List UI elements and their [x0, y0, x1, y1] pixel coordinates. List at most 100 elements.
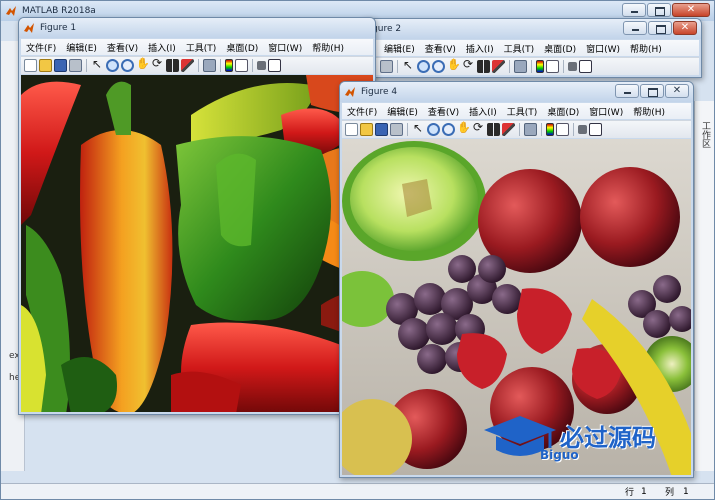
- menu-help[interactable]: 帮助(H): [625, 42, 667, 55]
- figure4-title: Figure 4: [361, 87, 398, 97]
- menu-view[interactable]: 查看(V): [420, 42, 461, 55]
- hide-plot-tools-icon[interactable]: [568, 62, 577, 71]
- rotate-3d-icon[interactable]: [151, 56, 164, 72]
- close-button[interactable]: ✕: [673, 21, 697, 35]
- workspace-label: 工作区: [700, 121, 710, 148]
- matlab-logo-icon: [6, 6, 16, 16]
- pan-icon[interactable]: [447, 58, 461, 73]
- close-icon: ✕: [672, 85, 682, 96]
- menu-desktop[interactable]: 桌面(D): [539, 42, 581, 55]
- menu-help[interactable]: 帮助(H): [628, 105, 670, 118]
- zoom-in-icon[interactable]: [106, 59, 119, 72]
- brush-icon[interactable]: [492, 60, 505, 73]
- menu-tools[interactable]: 工具(T): [499, 42, 540, 55]
- print-icon[interactable]: [69, 59, 82, 72]
- menu-window[interactable]: 窗口(W): [584, 105, 628, 118]
- figure1-toolbar: [21, 56, 373, 74]
- row-label: 行: [625, 488, 635, 498]
- hide-plot-tools-icon[interactable]: [578, 125, 587, 134]
- zoom-out-icon[interactable]: [121, 59, 134, 72]
- menu-desktop[interactable]: 桌面(D): [221, 41, 263, 54]
- show-plot-tools-icon[interactable]: [579, 60, 592, 73]
- watermark: 必过源码 Biguo: [480, 412, 700, 464]
- close-button[interactable]: ✕: [672, 3, 710, 17]
- open-file-icon[interactable]: [360, 123, 373, 136]
- show-plot-tools-icon[interactable]: [589, 123, 602, 136]
- figure1-menubar: 文件(F) 编辑(E) 查看(V) 插入(I) 工具(T) 桌面(D) 窗口(W…: [21, 39, 373, 55]
- save-icon[interactable]: [54, 59, 67, 72]
- zoom-in-icon[interactable]: [427, 123, 440, 136]
- menu-insert[interactable]: 插入(I): [464, 105, 502, 118]
- figure2-window[interactable]: Figure 2 ✕ 编辑(E) 查看(V) 插入(I) 工具(T) 桌面(D)…: [360, 18, 702, 78]
- menu-tools[interactable]: 工具(T): [181, 41, 222, 54]
- data-cursor-icon[interactable]: [477, 60, 490, 73]
- figure1-window[interactable]: Figure 1 文件(F) 编辑(E) 查看(V) 插入(I) 工具(T) 桌…: [18, 17, 376, 415]
- toolbar-separator: [220, 59, 221, 72]
- menu-view[interactable]: 查看(V): [423, 105, 464, 118]
- pan-icon[interactable]: [136, 57, 150, 72]
- zoom-out-icon[interactable]: [442, 123, 455, 136]
- menu-edit[interactable]: 编辑(E): [379, 42, 420, 55]
- menu-edit[interactable]: 编辑(E): [61, 41, 102, 54]
- zoom-in-icon[interactable]: [417, 60, 430, 73]
- show-plot-tools-icon[interactable]: [268, 59, 281, 72]
- edit-plot-icon[interactable]: [402, 58, 415, 73]
- link-plot-icon[interactable]: [514, 60, 527, 73]
- edit-plot-icon[interactable]: [91, 57, 104, 72]
- menu-help[interactable]: 帮助(H): [307, 41, 349, 54]
- figure1-image-axes[interactable]: [21, 75, 373, 412]
- legend-icon[interactable]: [546, 60, 559, 73]
- menu-window[interactable]: 窗口(W): [263, 41, 307, 54]
- legend-icon[interactable]: [235, 59, 248, 72]
- rotate-3d-icon[interactable]: [462, 57, 475, 73]
- menu-view[interactable]: 查看(V): [102, 41, 143, 54]
- menu-file[interactable]: 文件(F): [21, 41, 61, 54]
- toolbar-separator: [519, 123, 520, 136]
- toolbar-separator: [531, 60, 532, 73]
- minimize-button[interactable]: [615, 84, 639, 98]
- legend-icon[interactable]: [556, 123, 569, 136]
- colorbar-icon[interactable]: [225, 59, 233, 72]
- minimize-button[interactable]: [623, 21, 647, 35]
- new-figure-icon[interactable]: [24, 59, 37, 72]
- maximize-button[interactable]: [647, 3, 671, 17]
- figure2-window-controls: ✕: [623, 21, 697, 35]
- menu-file[interactable]: 文件(F): [342, 105, 382, 118]
- link-plot-icon[interactable]: [524, 123, 537, 136]
- hide-plot-tools-icon[interactable]: [257, 61, 266, 70]
- toolbar-separator: [252, 59, 253, 72]
- figure1-titlebar[interactable]: Figure 1: [19, 18, 375, 38]
- watermark-domain: Biguo: [540, 448, 579, 462]
- colorbar-icon[interactable]: [546, 123, 554, 136]
- save-icon[interactable]: [375, 123, 388, 136]
- data-cursor-icon[interactable]: [166, 59, 179, 72]
- zoom-out-icon[interactable]: [432, 60, 445, 73]
- print-icon[interactable]: [390, 123, 403, 136]
- menu-window[interactable]: 窗口(W): [581, 42, 625, 55]
- open-file-icon[interactable]: [39, 59, 52, 72]
- rotate-3d-icon[interactable]: [472, 120, 485, 136]
- pan-icon[interactable]: [457, 121, 471, 136]
- status-bar: 行 1 列 1: [1, 483, 714, 499]
- minimize-button[interactable]: [622, 3, 646, 17]
- link-plot-icon[interactable]: [203, 59, 216, 72]
- edit-plot-icon[interactable]: [412, 121, 425, 136]
- menu-insert[interactable]: 插入(I): [461, 42, 499, 55]
- menu-tools[interactable]: 工具(T): [502, 105, 543, 118]
- maximize-button[interactable]: [648, 21, 672, 35]
- toolbar-separator: [509, 60, 510, 73]
- maximize-button[interactable]: [640, 84, 664, 98]
- new-figure-icon[interactable]: [345, 123, 358, 136]
- brush-icon[interactable]: [502, 123, 515, 136]
- toolbar-separator: [407, 123, 408, 136]
- menu-insert[interactable]: 插入(I): [143, 41, 181, 54]
- matlab-window-controls: ✕: [622, 3, 710, 17]
- menu-desktop[interactable]: 桌面(D): [542, 105, 584, 118]
- brush-icon[interactable]: [181, 59, 194, 72]
- close-button[interactable]: ✕: [665, 84, 689, 98]
- close-icon: ✕: [686, 4, 696, 15]
- colorbar-icon[interactable]: [536, 60, 544, 73]
- data-cursor-icon[interactable]: [487, 123, 500, 136]
- menu-edit[interactable]: 编辑(E): [382, 105, 423, 118]
- print-icon[interactable]: [380, 60, 393, 73]
